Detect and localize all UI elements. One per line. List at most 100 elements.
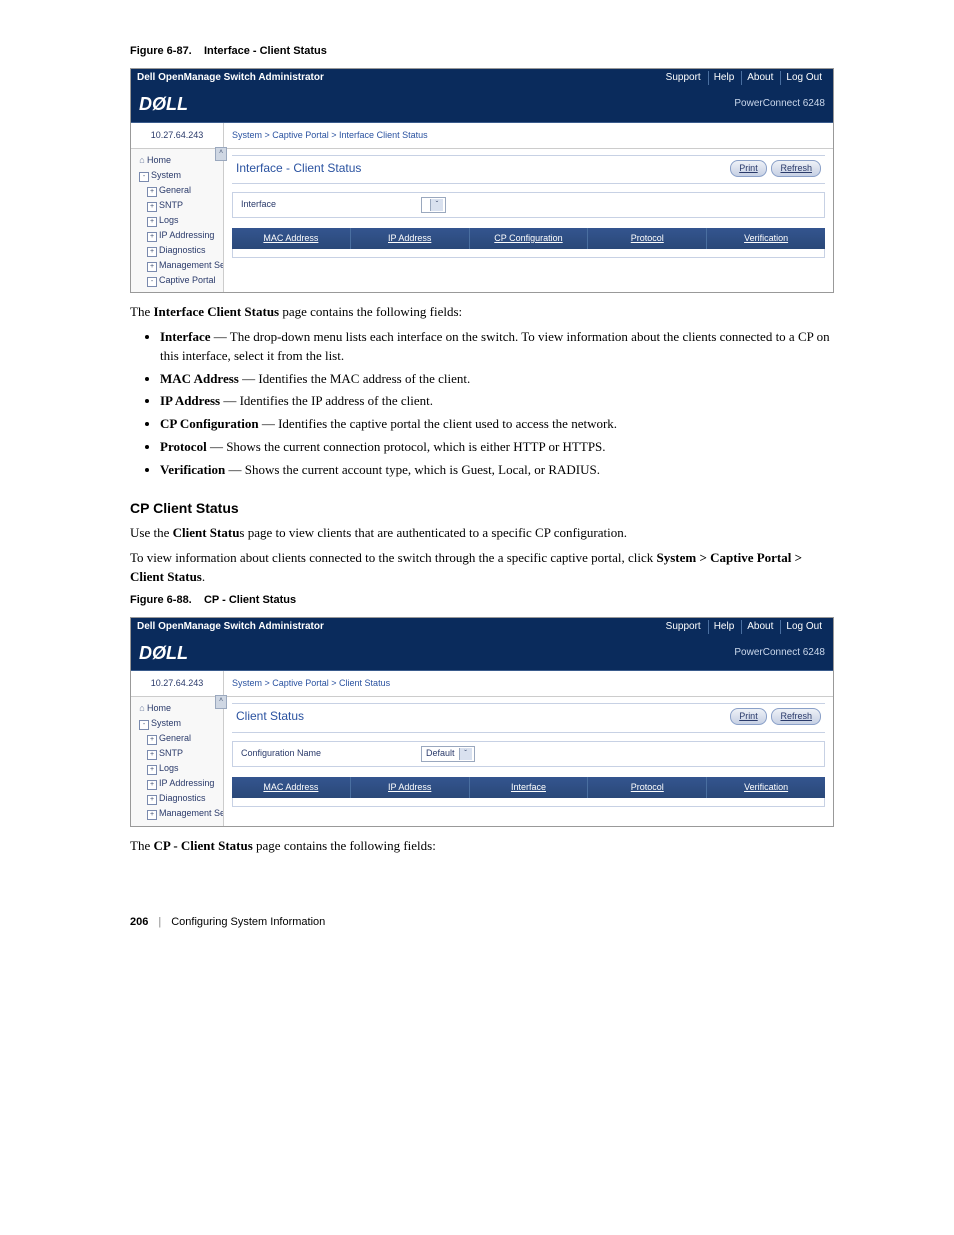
nav-general[interactable]: +General (131, 731, 223, 746)
model-label: PowerConnect 6248 (734, 646, 825, 661)
expand-icon[interactable]: + (147, 247, 157, 257)
interface-label: Interface (241, 198, 421, 211)
section-b-p2: To view information about clients connec… (130, 549, 834, 587)
refresh-button[interactable]: Refresh (771, 160, 821, 177)
breadcrumb: System > Captive Portal > Client Status (224, 671, 833, 696)
expand-icon[interactable]: + (147, 780, 157, 790)
nav-system[interactable]: -System (131, 716, 223, 731)
config-name-dropdown[interactable]: Defaultˇ (421, 746, 475, 762)
table-body-empty (232, 249, 825, 258)
col-mac-address[interactable]: MAC Address (232, 777, 351, 798)
collapse-icon[interactable]: - (139, 172, 149, 182)
expand-icon[interactable]: + (147, 187, 157, 197)
expand-icon[interactable]: + (147, 202, 157, 212)
ip-breadcrumb-bar: 10.27.64.243 System > Captive Portal > C… (131, 671, 833, 697)
nav-management-security[interactable]: +Management Secur (131, 258, 223, 273)
link-support[interactable]: Support (661, 620, 706, 635)
top-links: Support Help About Log Out (661, 71, 827, 86)
nav-sntp[interactable]: +SNTP (131, 746, 223, 761)
chevron-down-icon: ˇ (430, 199, 443, 211)
interface-select-row: Interface ˇ (232, 192, 825, 218)
dell-logo: DØLL (139, 91, 188, 117)
table-header: MAC Address IP Address CP Configuration … (232, 228, 825, 249)
panel-title-row: Client Status Print Refresh (232, 703, 825, 732)
ip-breadcrumb-bar: 10.27.64.243 System > Captive Portal > I… (131, 123, 833, 149)
home-icon: ⌂ (137, 154, 147, 167)
expand-icon[interactable]: + (147, 765, 157, 775)
brand-bar: DØLL PowerConnect 6248 (131, 636, 833, 671)
col-interface[interactable]: Interface (470, 777, 589, 798)
expand-icon[interactable]: + (147, 232, 157, 242)
dell-logo: DØLL (139, 640, 188, 666)
link-logout[interactable]: Log Out (780, 71, 827, 86)
expand-icon[interactable]: + (147, 795, 157, 805)
nav-logs[interactable]: +Logs (131, 213, 223, 228)
list-item: Verification — Shows the current account… (160, 461, 834, 480)
link-support[interactable]: Support (661, 71, 706, 86)
expand-icon[interactable]: + (147, 262, 157, 272)
expand-icon[interactable]: + (147, 217, 157, 227)
link-help[interactable]: Help (708, 620, 740, 635)
table-body-empty (232, 798, 825, 807)
panel-title-row: Interface - Client Status Print Refresh (232, 155, 825, 184)
chevron-down-icon: ˇ (459, 748, 472, 760)
nav-sntp[interactable]: +SNTP (131, 198, 223, 213)
expand-icon[interactable]: + (147, 750, 157, 760)
nav-management-security[interactable]: +Management Secur (131, 806, 223, 821)
collapse-icon[interactable]: - (139, 720, 149, 730)
config-name-label: Configuration Name (241, 747, 421, 760)
link-help[interactable]: Help (708, 71, 740, 86)
expand-icon[interactable]: + (147, 810, 157, 820)
link-about[interactable]: About (741, 71, 778, 86)
figure-caption-a: Figure 6-87. Interface - Client Status (130, 44, 834, 60)
print-button[interactable]: Print (730, 708, 767, 725)
list-item: Protocol — Shows the current connection … (160, 438, 834, 457)
nav-tree: ˄ ⌂Home -System +General +SNTP +Logs +IP… (131, 697, 224, 825)
main-panel: Interface - Client Status Print Refresh … (224, 149, 833, 292)
nav-captive-portal[interactable]: -Captive Portal (131, 273, 223, 288)
expand-icon[interactable]: + (147, 735, 157, 745)
nav-diagnostics[interactable]: +Diagnostics (131, 791, 223, 806)
nav-logs[interactable]: +Logs (131, 761, 223, 776)
breadcrumb: System > Captive Portal > Interface Clie… (224, 123, 833, 148)
print-button[interactable]: Print (730, 160, 767, 177)
footer-section: Configuring System Information (171, 915, 325, 931)
screenshot-interface-client-status: Dell OpenManage Switch Administrator Sup… (130, 68, 834, 293)
link-about[interactable]: About (741, 620, 778, 635)
panel-title: Client Status (236, 708, 304, 725)
col-cp-configuration[interactable]: CP Configuration (470, 228, 589, 249)
page-footer: 206 | Configuring System Information (130, 915, 834, 931)
field-list-a: Interface — The drop-down menu lists eac… (160, 328, 834, 480)
app-topbar: Dell OpenManage Switch Administrator Sup… (131, 618, 833, 637)
col-mac-address[interactable]: MAC Address (232, 228, 351, 249)
figure-number: Figure 6-88. (130, 594, 192, 606)
col-verification[interactable]: Verification (707, 228, 825, 249)
home-icon: ⌂ (137, 702, 147, 715)
device-ip: 10.27.64.243 (131, 671, 224, 696)
scroll-up-icon[interactable]: ˄ (215, 147, 227, 161)
col-verification[interactable]: Verification (707, 777, 825, 798)
app-title: Dell OpenManage Switch Administrator (137, 71, 324, 86)
col-ip-address[interactable]: IP Address (351, 228, 470, 249)
nav-ip-addressing[interactable]: +IP Addressing (131, 776, 223, 791)
link-logout[interactable]: Log Out (780, 620, 827, 635)
nav-general[interactable]: +General (131, 183, 223, 198)
nav-home[interactable]: ⌂Home (131, 701, 223, 716)
nav-system[interactable]: -System (131, 168, 223, 183)
col-protocol[interactable]: Protocol (588, 777, 707, 798)
scroll-up-icon[interactable]: ˄ (215, 695, 227, 709)
top-links: Support Help About Log Out (661, 620, 827, 635)
refresh-button[interactable]: Refresh (771, 708, 821, 725)
nav-diagnostics[interactable]: +Diagnostics (131, 243, 223, 258)
col-ip-address[interactable]: IP Address (351, 777, 470, 798)
col-protocol[interactable]: Protocol (588, 228, 707, 249)
app-title: Dell OpenManage Switch Administrator (137, 620, 324, 635)
nav-ip-addressing[interactable]: +IP Addressing (131, 228, 223, 243)
list-item: Interface — The drop-down menu lists eac… (160, 328, 834, 366)
nav-home[interactable]: ⌂Home (131, 153, 223, 168)
figure-caption-b: Figure 6-88. CP - Client Status (130, 593, 834, 609)
nav-tree: ˄ ⌂Home -System +General +SNTP +Logs +IP… (131, 149, 224, 292)
main-panel: Client Status Print Refresh Configuratio… (224, 697, 833, 825)
collapse-icon[interactable]: - (147, 277, 157, 287)
interface-dropdown[interactable]: ˇ (421, 197, 446, 213)
